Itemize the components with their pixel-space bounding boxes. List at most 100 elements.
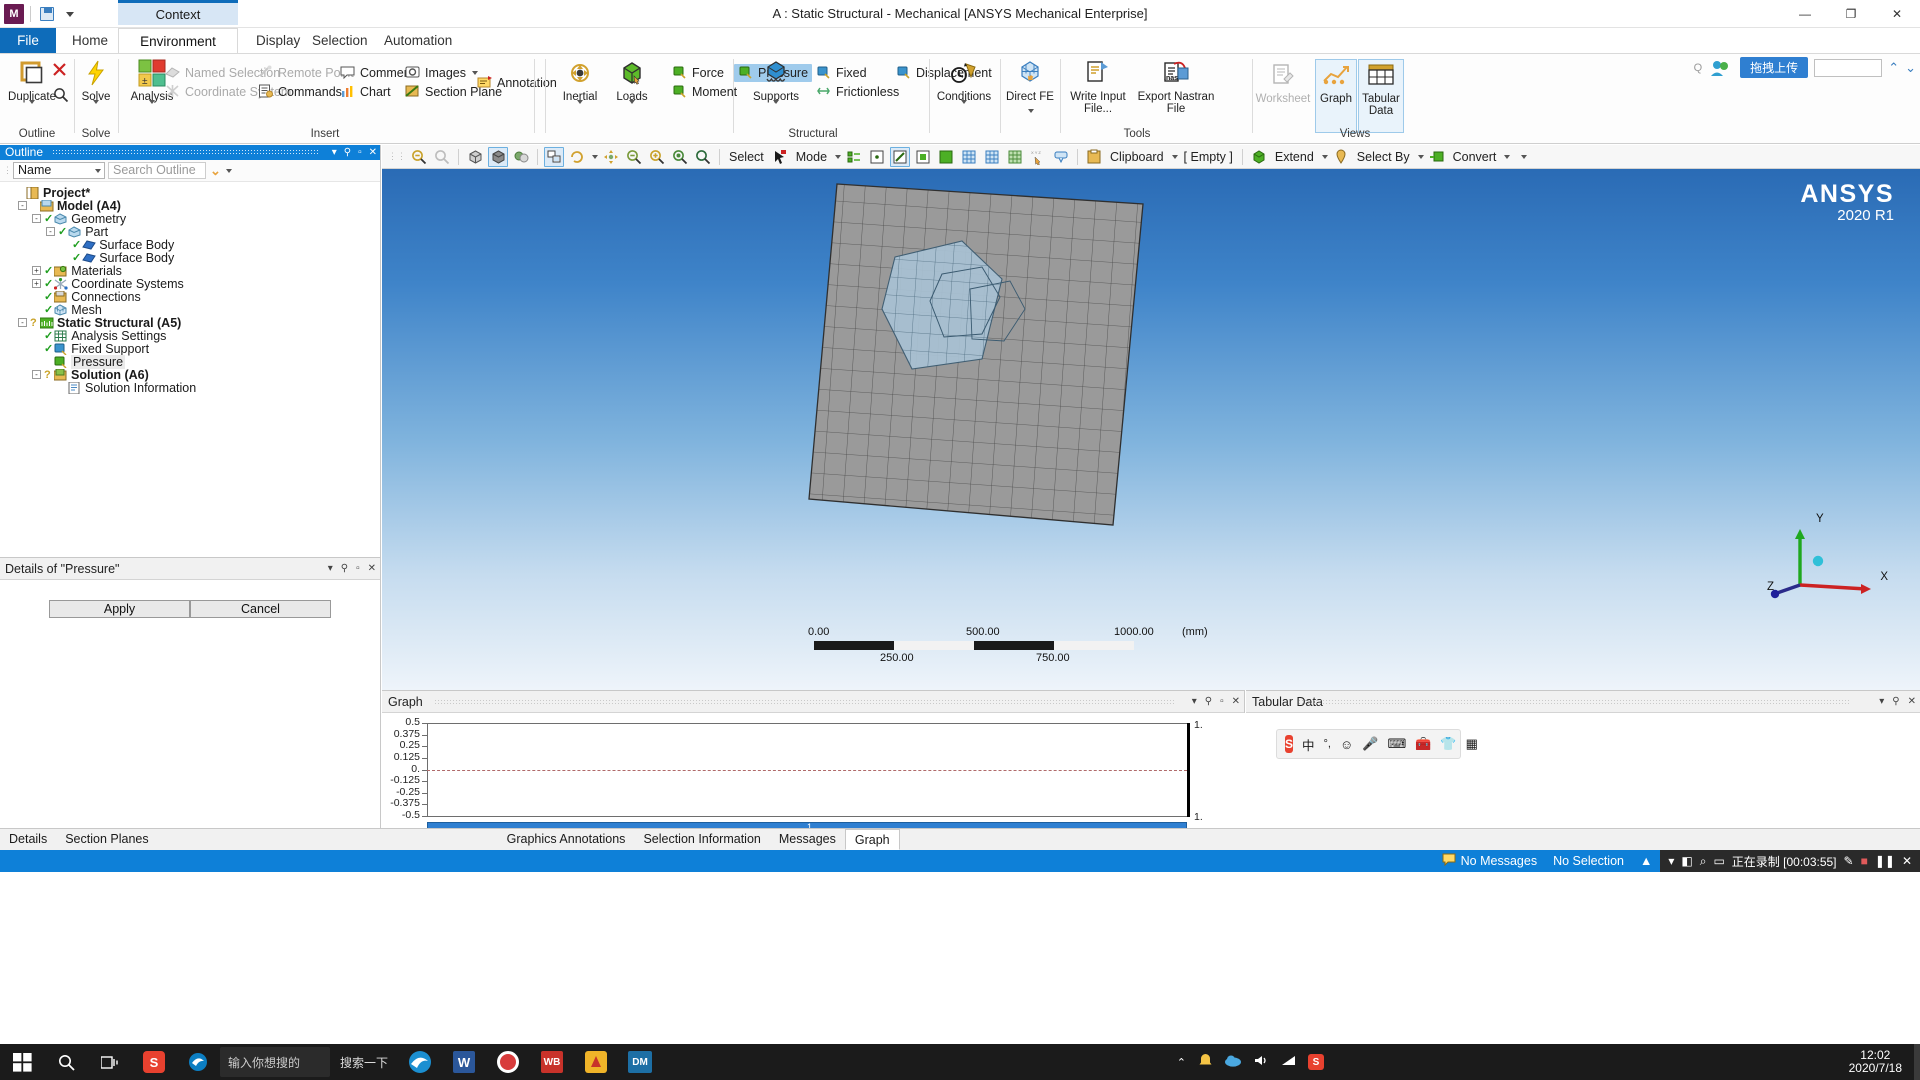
write-input-file-button[interactable]: Write Input File... <box>1062 58 1134 115</box>
maximize-panel-icon[interactable]: ▫ <box>1220 691 1224 713</box>
moment-button[interactable]: Moment <box>672 83 737 101</box>
close-panel-icon[interactable]: ✕ <box>369 145 377 160</box>
emoji-icon[interactable]: ☺ <box>1340 737 1353 752</box>
recording-stop-icon[interactable]: ■ <box>1861 854 1868 868</box>
pin-icon[interactable]: ⚲ <box>341 558 348 580</box>
select-by-dropdown-icon[interactable] <box>1417 154 1424 159</box>
direct-fe-button[interactable]: Direct FE <box>998 58 1062 116</box>
task-view-icon[interactable] <box>88 1044 132 1080</box>
edge-browser-icon[interactable] <box>398 1044 442 1080</box>
show-desktop-button[interactable] <box>1914 1044 1920 1080</box>
frictionless-button[interactable]: Frictionless <box>816 83 899 101</box>
save-icon[interactable] <box>37 4 57 24</box>
close-panel-icon[interactable]: ✕ <box>1232 691 1240 713</box>
tree-expander[interactable]: + <box>32 279 41 288</box>
vertex-select-icon[interactable] <box>867 147 887 167</box>
tree-item-geometry[interactable]: - ✓ Geometry <box>4 212 380 226</box>
toolbox-icon[interactable]: 🧰 <box>1415 736 1431 752</box>
body-select-icon[interactable] <box>936 147 956 167</box>
select-by-label[interactable]: Select By <box>1354 150 1413 164</box>
face-select-icon[interactable] <box>913 147 933 167</box>
tree-item-surface-body[interactable]: ✓ Surface Body <box>4 251 380 265</box>
mesh-model[interactable] <box>382 169 1920 690</box>
record-icon[interactable] <box>486 1044 530 1080</box>
rotate-icon[interactable] <box>567 147 587 167</box>
convert-label[interactable]: Convert <box>1450 150 1500 164</box>
panel-menu-icon[interactable]: ▾ <box>1879 691 1884 713</box>
tree-expander[interactable]: - <box>32 370 41 379</box>
pan-icon[interactable] <box>601 147 621 167</box>
rotate-dropdown-icon[interactable] <box>592 154 598 159</box>
search-input[interactable] <box>1814 58 1883 77</box>
graphics-viewport[interactable]: ANSYS 2020 R1 Y X Z 0.00 500.00 1000.00 … <box>382 169 1920 690</box>
chart-button[interactable]: Chart <box>340 83 391 101</box>
close-panel-icon[interactable]: ✕ <box>368 558 376 580</box>
chevron-down-icon[interactable]: ⌄ <box>210 163 221 179</box>
designmodeler-icon[interactable]: DM <box>618 1044 662 1080</box>
help-icon[interactable]: ⌄ <box>1905 60 1916 76</box>
tree-item-model-a4[interactable]: - Model (A4) <box>4 199 380 213</box>
maximize-panel-icon[interactable]: ▫ <box>358 145 362 160</box>
close-button[interactable]: ✕ <box>1874 0 1920 28</box>
recording-pen-icon[interactable]: ✎ <box>1844 854 1854 868</box>
mode-dropdown-icon[interactable] <box>835 154 842 159</box>
tabular-data-button[interactable]: Tabular Data <box>1358 59 1404 133</box>
clipboard-dropdown-icon[interactable] <box>1171 154 1178 159</box>
supports-button[interactable]: Supports <box>744 58 808 116</box>
zoom-out-icon[interactable] <box>409 147 429 167</box>
panel-menu-icon[interactable]: ▾ <box>1192 691 1197 713</box>
images-button[interactable]: Images <box>405 64 478 82</box>
extend-icon[interactable] <box>1249 147 1269 167</box>
tree-item-solution-information[interactable]: Solution Information <box>4 381 380 395</box>
tree-item-surface-body[interactable]: ✓ Surface Body <box>4 238 380 252</box>
extend-label[interactable]: Extend <box>1272 150 1317 164</box>
skin-icon[interactable]: 👕 <box>1440 736 1456 752</box>
tree-item-solution-a6[interactable]: -? Solution (A6) <box>4 368 380 382</box>
edge-search-icon[interactable] <box>176 1044 220 1080</box>
tray-sogou-icon[interactable]: S <box>1307 1054 1324 1070</box>
tree-item-materials[interactable]: + ✓ Materials <box>4 264 380 278</box>
taskbar-search-button[interactable]: 搜索一下 <box>330 1054 398 1071</box>
export-nastran-file-button[interactable]: .nas Export Nastran File <box>1134 58 1218 115</box>
maximize-button[interactable]: ❐ <box>1828 0 1874 28</box>
convert-dropdown-icon[interactable] <box>1504 154 1511 159</box>
qat-customize-icon[interactable] <box>60 4 80 24</box>
wireframe-icon[interactable] <box>465 147 485 167</box>
show-mesh-icon[interactable] <box>511 147 531 167</box>
grid-icon[interactable]: ▦ <box>1466 736 1478 752</box>
shaded-exterior-icon[interactable] <box>488 146 508 167</box>
node-select-icon[interactable] <box>959 147 979 167</box>
ribbon-collapse-controls[interactable]: ⌃ ⌄ <box>1888 60 1916 76</box>
taskbar-clock[interactable]: 12:02 2020/7/18 <box>1849 1049 1914 1075</box>
tree-item-pressure[interactable]: Pressure <box>4 354 380 369</box>
tree-item-mesh[interactable]: ✓ Mesh <box>4 303 380 317</box>
tree-item-analysis-settings[interactable]: ✓ Analysis Settings <box>4 329 380 343</box>
mic-icon[interactable]: 🎤 <box>1362 736 1378 752</box>
sogou-taskbar-icon[interactable]: S <box>132 1044 176 1080</box>
graph-plot[interactable]: 1. 1. 0.5 0.375 0.25 0.125 0. -0.125 -0.25 -0.3… <box>382 713 1245 832</box>
recording-camera-icon[interactable]: ◧ <box>1681 854 1692 868</box>
avatar-icon[interactable] <box>1708 58 1734 78</box>
tab-home[interactable]: Home <box>56 28 124 54</box>
extend-selection-icon[interactable] <box>844 147 864 167</box>
tab-graph[interactable]: Graph <box>844 829 900 850</box>
status-expand-icon[interactable]: ▲ <box>1640 854 1652 868</box>
label-probe-icon[interactable] <box>1051 147 1071 167</box>
zoom-reset-icon[interactable] <box>432 147 452 167</box>
tree-item-static-structural-a5[interactable]: -? Static Structural (A5) <box>4 316 380 330</box>
ansys-workbench-icon[interactable] <box>574 1044 618 1080</box>
tree-item-part[interactable]: - ✓ Part <box>4 225 380 239</box>
taskbar-search-input[interactable]: 输入你想搜的 <box>220 1047 330 1077</box>
tree-expander[interactable]: - <box>18 318 27 327</box>
outline-filter-select[interactable]: Name <box>13 162 105 179</box>
loads-button[interactable]: Loads <box>600 58 664 116</box>
minimize-button[interactable]: — <box>1782 0 1828 28</box>
recording-close-icon[interactable]: ✕ <box>1902 854 1912 868</box>
box-zoom-icon[interactable] <box>647 147 667 167</box>
tree-item-coordinate-systems[interactable]: + ✓ Coordinate Systems <box>4 277 380 291</box>
worksheet-button[interactable]: Worksheet <box>1251 60 1315 105</box>
recording-search-icon[interactable]: ⌕ <box>1700 854 1707 869</box>
messages-status[interactable]: No Messages <box>1442 853 1537 869</box>
drag-handle[interactable]: ⋮⋮ <box>388 151 406 162</box>
conditions-button[interactable]: Conditions <box>932 58 996 116</box>
